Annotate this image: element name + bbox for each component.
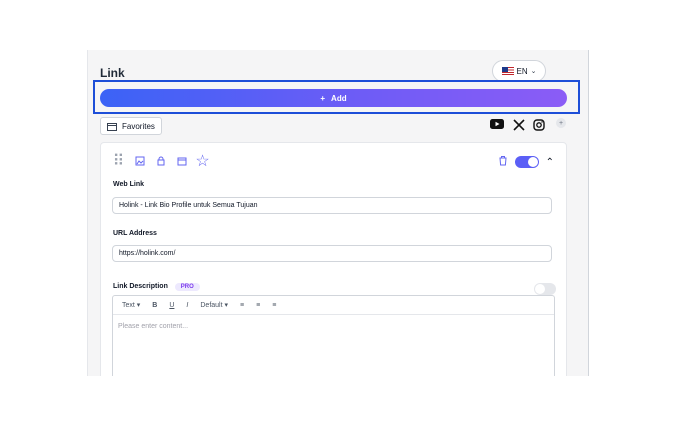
trash-icon[interactable]	[498, 153, 508, 171]
editor-toolbar: Text ▾ B U I Default ▾ ≡ ≡ ≡	[113, 296, 554, 315]
language-selector[interactable]: EN ⌄	[492, 60, 546, 82]
favorites-label: Favorites	[122, 121, 155, 131]
link-description-label: Link Description PRO	[113, 283, 200, 291]
lock-icon[interactable]	[155, 155, 166, 166]
card-toolbar: ⠿ ☆	[113, 153, 210, 170]
link-card: ⠿ ☆ ⌃ Web Link Holink - Link Bio Profile…	[100, 142, 567, 376]
description-editor[interactable]: Text ▾ B U I Default ▾ ≡ ≡ ≡ Please ente…	[112, 295, 555, 376]
chevron-down-icon: ⌄	[530, 68, 537, 75]
star-icon[interactable]: ☆	[195, 153, 209, 170]
folder-icon	[107, 122, 117, 131]
add-label: Add	[331, 93, 347, 103]
favorites-button[interactable]: Favorites	[100, 117, 162, 135]
font-size-dropdown[interactable]: Default ▾	[200, 301, 228, 309]
text-style-dropdown[interactable]: Text ▾	[122, 301, 140, 309]
add-link-button[interactable]: + Add	[100, 89, 567, 107]
youtube-icon[interactable]	[490, 118, 504, 130]
panel-title: Link	[100, 66, 125, 80]
align-right-button[interactable]: ≡	[272, 302, 276, 309]
pro-badge: PRO	[174, 283, 200, 291]
url-address-label: URL Address	[113, 230, 157, 237]
us-flag-icon	[501, 67, 514, 75]
link-visibility-toggle[interactable]	[514, 156, 539, 168]
underline-button[interactable]: U	[169, 302, 174, 309]
add-social-icon[interactable]: +	[556, 118, 566, 128]
editor-placeholder: Please enter content...	[118, 323, 189, 330]
url-address-input[interactable]: https://holink.com/	[112, 245, 552, 262]
description-toggle[interactable]	[534, 283, 556, 295]
language-label: EN	[516, 66, 528, 76]
card-controls: ⌃	[498, 153, 554, 171]
plus-icon: +	[320, 93, 326, 103]
instagram-icon[interactable]	[532, 118, 545, 131]
collapse-chevron-icon[interactable]: ⌃	[546, 157, 554, 168]
bold-button[interactable]: B	[152, 302, 157, 309]
link-panel: Link EN ⌄ + Add Favorites + ⠿ ☆ ⌃ Web Li…	[87, 50, 589, 376]
align-center-button[interactable]: ≡	[256, 302, 260, 309]
align-left-button[interactable]: ≡	[240, 302, 244, 309]
image-icon[interactable]	[134, 155, 145, 166]
drag-handle-icon[interactable]: ⠿	[113, 153, 125, 170]
italic-button[interactable]: I	[186, 302, 188, 309]
web-link-input[interactable]: Holink - Link Bio Profile untuk Semua Tu…	[112, 197, 552, 214]
description-label-text: Link Description	[113, 283, 168, 290]
calendar-icon[interactable]	[176, 155, 187, 166]
web-link-label: Web Link	[113, 181, 144, 188]
x-icon[interactable]	[512, 118, 525, 131]
